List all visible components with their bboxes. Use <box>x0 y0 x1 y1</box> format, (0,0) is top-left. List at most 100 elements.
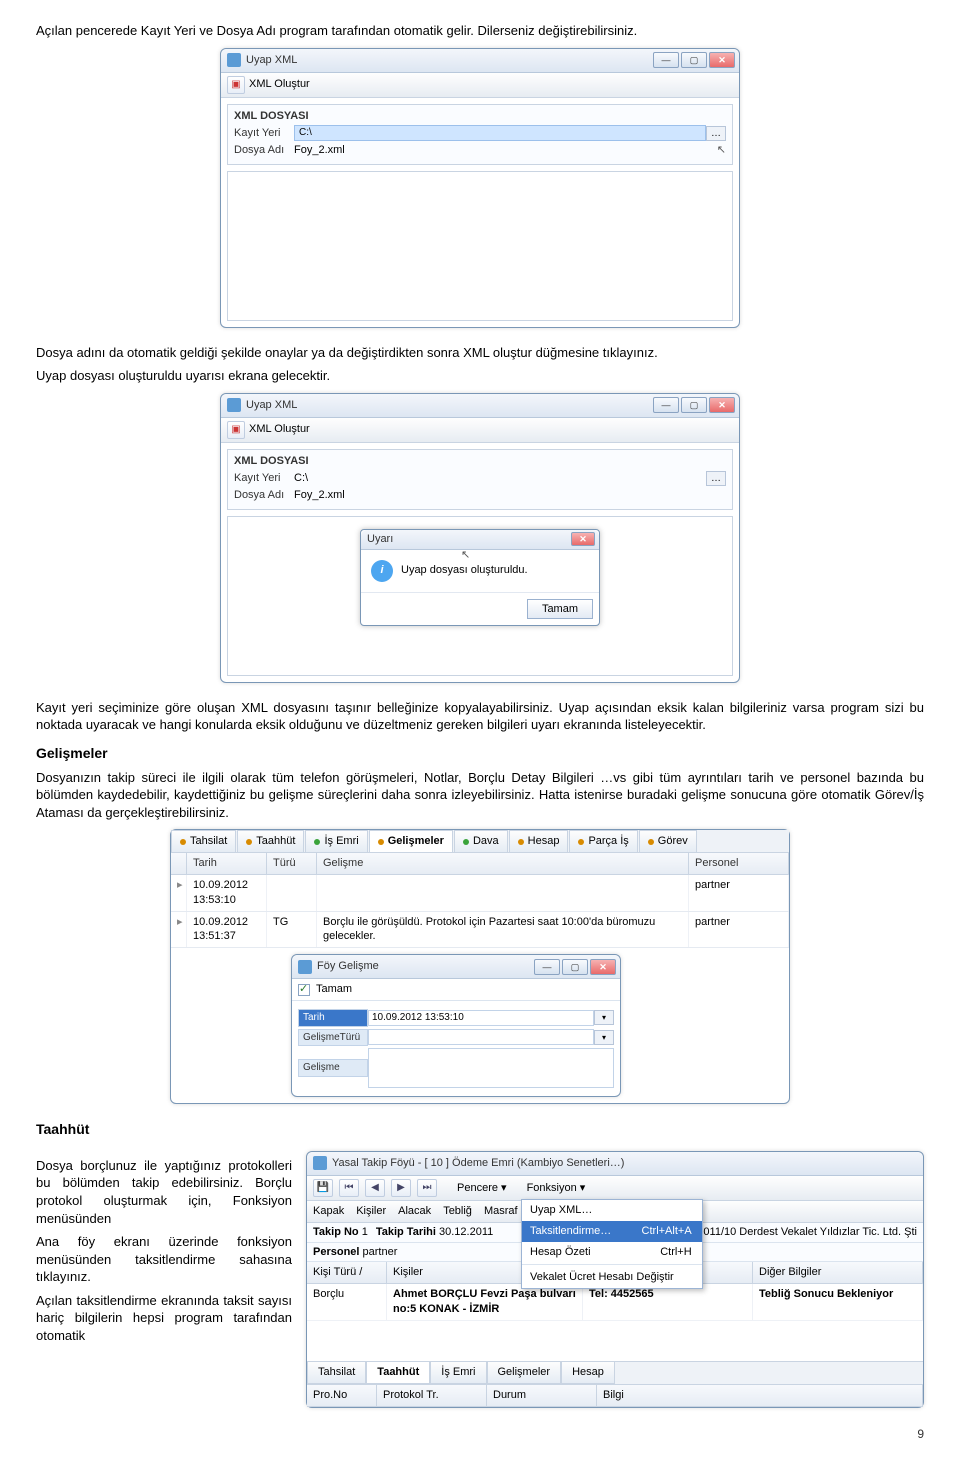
tab-taahhut[interactable]: Taahhüt <box>237 830 304 852</box>
uyap-xml-window-2: Uyap XML — ▢ ✕ ▣ XML Oluştur XML DOSYASI… <box>220 393 740 683</box>
yasal-takip-foyu-window: Yasal Takip Föyü - [ 10 ] Ödeme Emri (Ka… <box>306 1151 924 1408</box>
menu-item-hesap-ozeti[interactable]: Hesap ÖzetiCtrl+H <box>522 1242 702 1263</box>
dosya-adi-label: Dosya Adı <box>234 143 294 158</box>
minimize-button[interactable]: — <box>653 52 679 68</box>
nav-first-icon[interactable]: ⏮ <box>339 1179 359 1197</box>
btab-hesap[interactable]: Hesap <box>561 1362 615 1384</box>
minimize-button[interactable]: — <box>653 397 679 413</box>
tab-isemri[interactable]: İş Emri <box>305 830 367 852</box>
gelisme-field[interactable] <box>368 1048 614 1088</box>
info-extra: 0 2011/10 Derdest Vekalet Yıldızlar Tic.… <box>688 1225 917 1240</box>
dosya-adi-field[interactable]: Foy_2.xml <box>294 143 717 158</box>
titlebar: Yasal Takip Föyü - [ 10 ] Ödeme Emri (Ka… <box>307 1152 923 1176</box>
expand-icon[interactable]: ▸ <box>171 912 187 948</box>
paragraph: Kayıt yeri seçiminize göre oluşan XML do… <box>36 699 924 734</box>
btab-taahhut[interactable]: Taahhüt <box>366 1362 430 1384</box>
titlebar: Uyap XML — ▢ ✕ <box>221 394 739 418</box>
btab-tahsilat[interactable]: Tahsilat <box>307 1362 366 1384</box>
subtab-teblig[interactable]: Tebliğ <box>443 1204 472 1219</box>
tab-gorev[interactable]: Görev <box>639 830 697 852</box>
grid-row[interactable]: ▸ 10.09.2012 13:53:10 partner <box>171 875 789 912</box>
xml-dosyasi-group: XML DOSYASI Kayıt Yeri C:\ … Dosya Adı F… <box>227 104 733 165</box>
close-button[interactable]: ✕ <box>709 397 735 413</box>
col-durum[interactable]: Durum <box>487 1385 597 1406</box>
tab-gelismeler[interactable]: Gelişmeler <box>369 830 453 852</box>
subtab-alacak[interactable]: Alacak <box>398 1204 431 1219</box>
close-button[interactable]: ✕ <box>709 52 735 68</box>
btab-gelismeler[interactable]: Gelişmeler <box>487 1362 562 1384</box>
subtab-masraf[interactable]: Masraf <box>484 1204 518 1219</box>
gelismeturu-label: GelişmeTürü <box>298 1029 368 1047</box>
menu-item-uyap-xml[interactable]: Uyap XML… <box>522 1200 702 1221</box>
alert-message: Uyap dosyası oluşturuldu. <box>401 563 528 578</box>
kayit-yeri-label: Kayıt Yeri <box>234 471 294 486</box>
browse-button[interactable]: … <box>706 471 726 486</box>
heading-gelismeler: Gelişmeler <box>36 744 924 763</box>
grid-row[interactable]: ▸ 10.09.2012 13:51:37 TG Borçlu ile görü… <box>171 912 789 949</box>
col-tarih[interactable]: Tarih <box>187 853 267 874</box>
col-bilgi[interactable]: Bilgi <box>597 1385 923 1406</box>
nav-next-icon[interactable]: ▶ <box>391 1179 411 1197</box>
dropdown-icon[interactable]: ▾ <box>594 1030 614 1045</box>
col-personel[interactable]: Personel <box>689 853 789 874</box>
toolbar: ▣ XML Oluştur <box>221 73 739 98</box>
kisi-row[interactable]: Borçlu Ahmet BORÇLU Fevzi Paşa bulvarı n… <box>307 1284 923 1321</box>
col-prono[interactable]: Pro.No <box>307 1385 377 1406</box>
col-protokoltr[interactable]: Protokol Tr. <box>377 1385 487 1406</box>
nav-last-icon[interactable]: ⏭ <box>417 1179 437 1197</box>
dropdown-icon[interactable]: ▾ <box>594 1010 614 1025</box>
subtab-kapak[interactable]: Kapak <box>313 1204 344 1219</box>
paragraph: Açılan pencerede Kayıt Yeri ve Dosya Adı… <box>36 22 924 40</box>
browse-button[interactable]: … <box>706 126 726 141</box>
gelisme-label: Gelişme <box>298 1059 368 1077</box>
paragraph: Ana föy ekranı üzerinde fonksiyon menüsü… <box>36 1233 292 1286</box>
dosya-adi-field[interactable]: Foy_2.xml <box>294 488 726 503</box>
tab-dava[interactable]: Dava <box>454 830 508 852</box>
save-icon[interactable]: 💾 <box>313 1179 333 1197</box>
nav-prev-icon[interactable]: ◀ <box>365 1179 385 1197</box>
tarih-field[interactable]: 10.09.2012 13:53:10 <box>368 1010 594 1026</box>
cursor-icon: ↖ <box>717 143 726 158</box>
maximize-button[interactable]: ▢ <box>562 959 588 975</box>
menu-fonksiyon[interactable]: Fonksiyon ▾ <box>527 1181 586 1196</box>
kayit-yeri-field[interactable]: C:\ <box>294 471 706 486</box>
alert-close-button[interactable]: ✕ <box>571 532 595 546</box>
window-title: Föy Gelişme <box>317 959 379 974</box>
alert-titlebar: Uyarı ✕ <box>361 530 599 550</box>
tab-tahsilat[interactable]: Tahsilat <box>171 830 236 852</box>
heading-taahhut: Taahhüt <box>36 1120 924 1139</box>
tab-parcais[interactable]: Parça İş <box>569 830 637 852</box>
gelismeturu-field[interactable] <box>368 1029 594 1045</box>
tamam-checkbox[interactable] <box>298 984 310 996</box>
menu-item-vekalet-ucret[interactable]: Vekalet Ücret Hesabı Değiştir <box>522 1267 702 1288</box>
subtab-kisiler[interactable]: Kişiler <box>356 1204 386 1219</box>
titlebar: Uyap XML — ▢ ✕ <box>221 49 739 73</box>
info-icon: i <box>371 560 393 582</box>
maximize-button[interactable]: ▢ <box>681 397 707 413</box>
minimize-button[interactable]: — <box>534 959 560 975</box>
col-gelisme[interactable]: Gelişme <box>317 853 689 874</box>
dosya-adi-label: Dosya Adı <box>234 488 294 503</box>
alert-dialog: Uyarı ✕ i ↖ Uyap dosyası oluşturuldu. Ta… <box>360 529 600 627</box>
maximize-button[interactable]: ▢ <box>681 52 707 68</box>
col-kisituru[interactable]: Kişi Türü / <box>307 1262 387 1283</box>
close-button[interactable]: ✕ <box>590 959 616 975</box>
tab-hesap[interactable]: Hesap <box>509 830 569 852</box>
xml-dosyasi-group: XML DOSYASI Kayıt Yeri C:\ … Dosya Adı F… <box>227 449 733 510</box>
fonksiyon-context-menu: Uyap XML… Taksitlendirme…Ctrl+Alt+A Hesa… <box>521 1199 703 1289</box>
cursor-icon: ↖ <box>461 548 470 563</box>
col-turu[interactable]: Türü <box>267 853 317 874</box>
tarih-label: Tarih <box>298 1009 368 1027</box>
menu-item-taksitlendirme[interactable]: Taksitlendirme…Ctrl+Alt+A <box>522 1221 702 1242</box>
btab-isemri[interactable]: İş Emri <box>430 1362 486 1384</box>
window-title: Uyap XML <box>246 398 297 413</box>
expand-icon[interactable]: ▸ <box>171 875 187 911</box>
kayit-yeri-field[interactable]: C:\ <box>294 125 706 141</box>
menu-pencere[interactable]: Pencere ▾ <box>457 1181 507 1196</box>
alert-ok-button[interactable]: Tamam <box>527 599 593 620</box>
app-icon <box>313 1156 327 1170</box>
toolbar-label[interactable]: XML Oluştur <box>249 422 310 437</box>
toolbar-label[interactable]: XML Oluştur <box>249 77 310 92</box>
col-diger[interactable]: Diğer Bilgiler <box>753 1262 923 1283</box>
xml-icon: ▣ <box>227 421 245 439</box>
